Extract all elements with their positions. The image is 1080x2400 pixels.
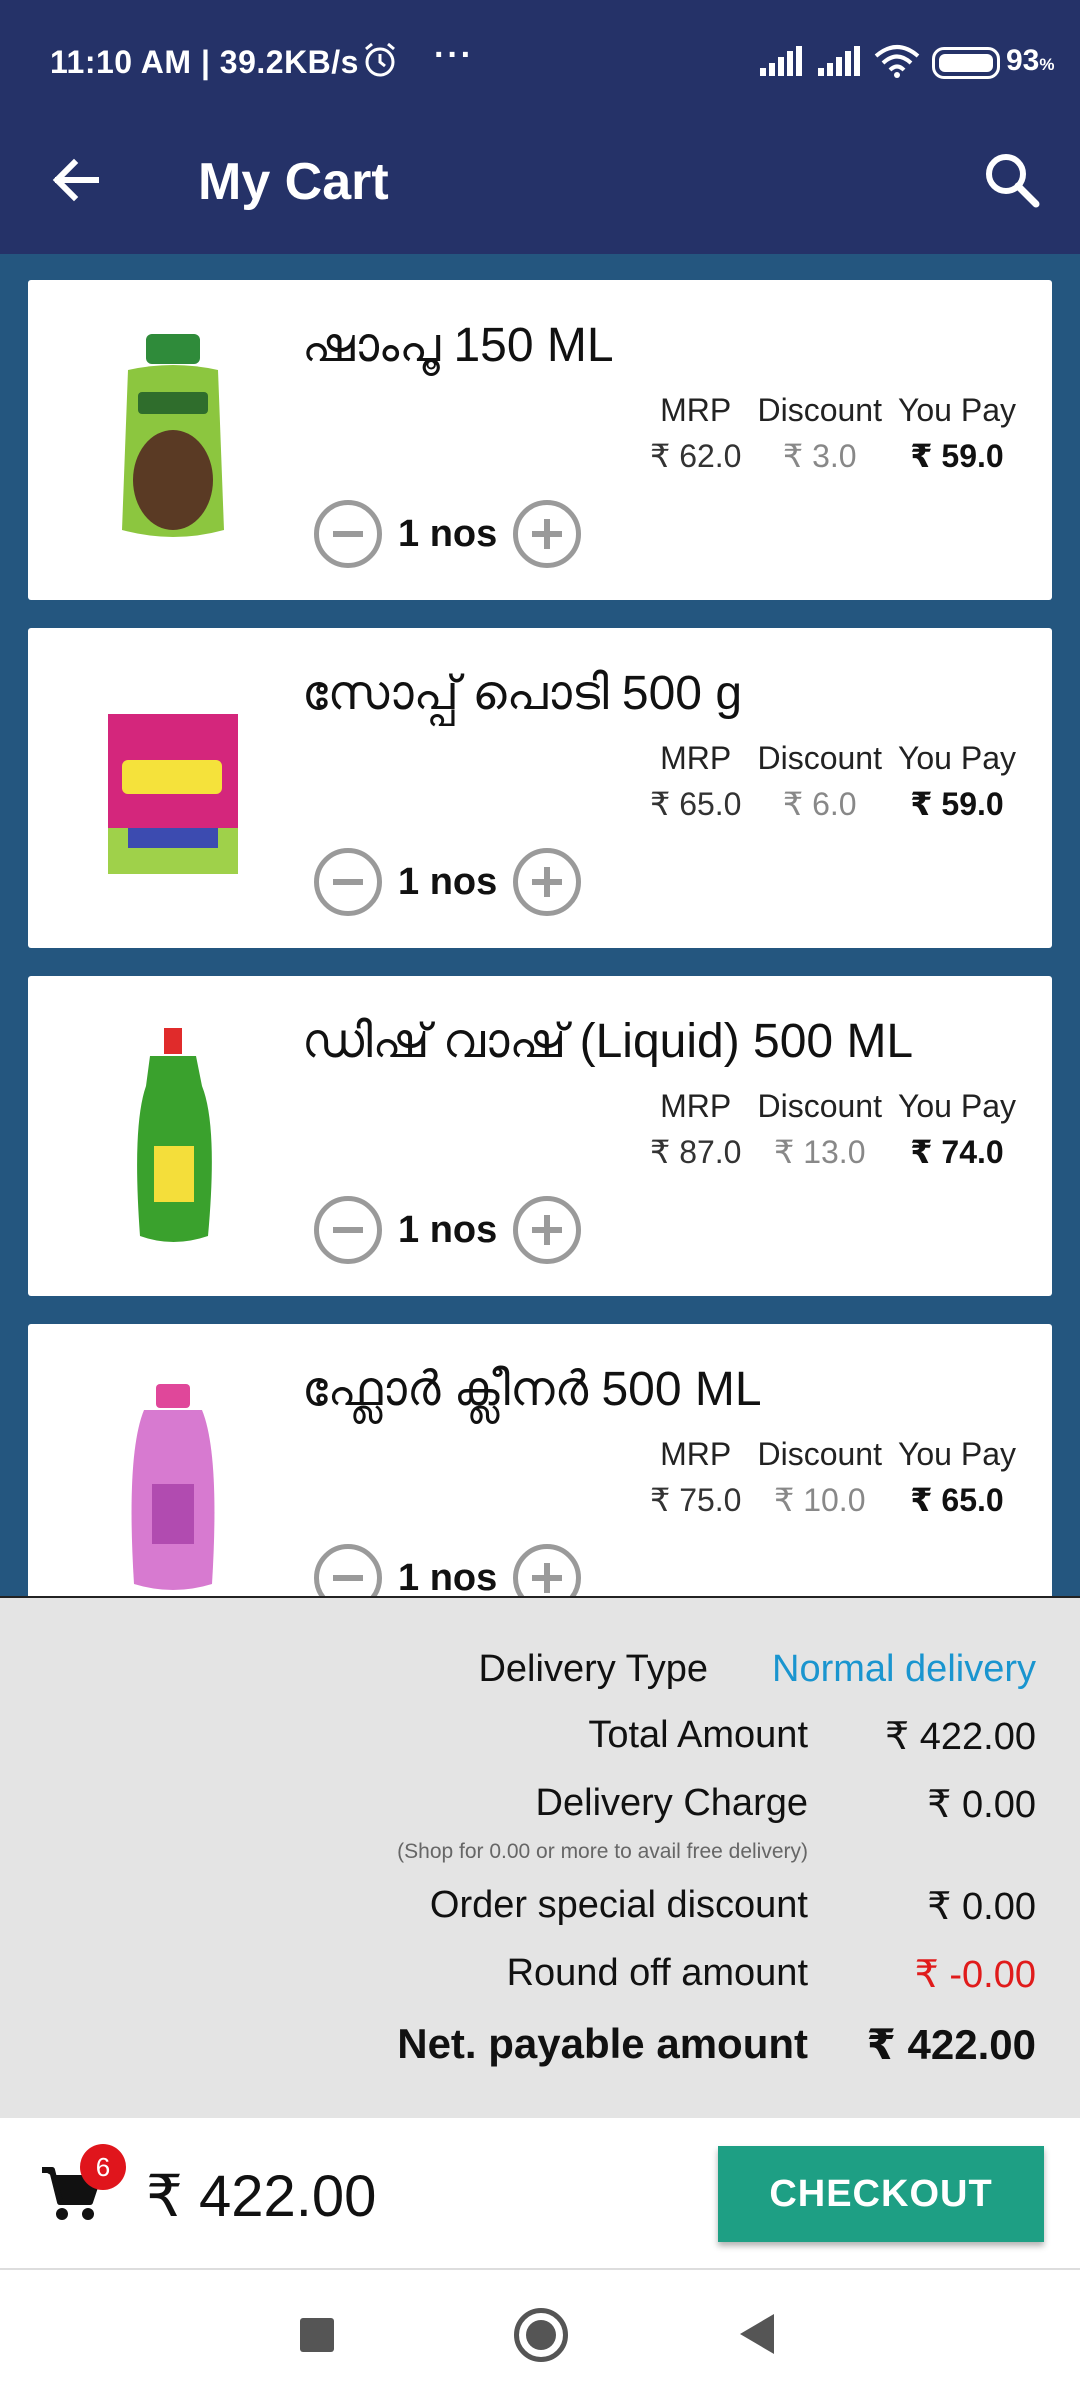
you-pay-header: You Pay: [897, 1436, 1016, 1472]
more-notifications-icon: ···: [434, 36, 474, 74]
floor-cleaner-bottle-image: [131, 1384, 215, 1590]
minus-circle-icon[interactable]: [314, 1196, 382, 1264]
discount-header: Discount: [757, 1436, 882, 1472]
discount-header: Discount: [757, 1088, 882, 1124]
plus-circle-icon[interactable]: [513, 500, 582, 568]
cart-item: ഫ്ലോർ ക്ലീനർ 500 ML MRP ₹ 75.0 Discount ₹ …: [28, 1324, 1052, 1596]
you-pay-value: ₹ 59.0: [910, 438, 1004, 474]
status-bar: 11:10 AM | 39.2KB/s ··· 93%: [0, 0, 1080, 128]
plus-circle-icon[interactable]: [513, 1544, 582, 1596]
order-summary: Delivery Type Normal delivery Total Amou…: [0, 1596, 1080, 2118]
total-amount-label: Total Amount: [588, 1714, 808, 1756]
price-table: MRP ₹ 75.0 Discount ₹ 10.0 You Pay ₹ 65.0: [650, 1436, 1016, 1519]
you-pay-value: ₹ 59.0: [910, 786, 1004, 822]
quantity-value: 1 nos: [398, 1556, 498, 1597]
item-name: ഫ്ലോർ ക്ലീനർ 500 ML: [302, 1363, 762, 1416]
mrp-header: MRP: [660, 1436, 732, 1472]
app-bar: My Cart: [0, 128, 1080, 254]
quantity-stepper: 1 nos: [314, 1544, 582, 1597]
quantity-value: 1 nos: [398, 512, 498, 555]
mrp-header: MRP: [660, 1088, 732, 1124]
detergent-pack-image: [108, 714, 238, 874]
delivery-charge-label: Delivery Charge: [535, 1782, 808, 1824]
system-nav-bar: [0, 2270, 1080, 2400]
special-discount-label: Order special discount: [429, 1884, 808, 1926]
signal-icon: [760, 46, 802, 76]
mrp-value: ₹ 75.0: [649, 1482, 742, 1518]
mrp-header: MRP: [660, 392, 732, 428]
you-pay-header: You Pay: [897, 1088, 1016, 1124]
price-table: MRP ₹ 62.0 Discount ₹ 3.0 You Pay ₹ 59.0: [650, 392, 1016, 475]
price-table: MRP ₹ 65.0 Discount ₹ 6.0 You Pay ₹ 59.0: [650, 740, 1016, 823]
mrp-header: MRP: [660, 740, 732, 776]
discount-value: ₹ 3.0: [782, 438, 857, 474]
cart-item: ഡിഷ് വാഷ് (Liquid) 500 ML MRP ₹ 87.0 Disc…: [28, 976, 1052, 1296]
recent-apps-icon[interactable]: [300, 2318, 334, 2352]
shampoo-bottle-image: [122, 334, 224, 537]
status-time: 11:10 AM | 39.2KB/s: [50, 44, 359, 80]
free-delivery-note: (Shop for 0.00 or more to avail free del…: [397, 1840, 808, 1863]
cart-count-badge: 6: [80, 2144, 126, 2190]
net-payable-label: Net. payable amount: [397, 2020, 808, 2067]
plus-circle-icon[interactable]: [513, 1196, 582, 1264]
minus-circle-icon[interactable]: [314, 500, 382, 568]
quantity-value: 1 nos: [398, 1208, 498, 1251]
discount-value: ₹ 13.0: [773, 1134, 866, 1170]
checkout-button[interactable]: CHECKOUT: [718, 2146, 1044, 2242]
minus-circle-icon[interactable]: [314, 1544, 382, 1596]
quantity-stepper: 1 nos: [314, 848, 582, 916]
item-name: ഡിഷ് വാഷ് (Liquid) 500 ML: [302, 1015, 914, 1068]
discount-value: ₹ 10.0: [773, 1482, 866, 1518]
net-payable-value: ₹ 422.00: [866, 2021, 1036, 2068]
wifi-icon: [874, 45, 920, 78]
you-pay-header: You Pay: [897, 392, 1016, 428]
cart-item: സോപ്പ് പൊടി 500 g MRP ₹ 65.0 Discount ₹ 6.…: [28, 628, 1052, 948]
back-arrow-icon[interactable]: [46, 150, 106, 210]
item-name: ഷാംപൂ 150 ML: [302, 319, 614, 372]
round-off-label: Round off amount: [506, 1952, 808, 1994]
minus-circle-icon[interactable]: [314, 848, 382, 916]
cart-total: ₹ 422.00: [146, 2164, 377, 2229]
dishwash-bottle-image: [137, 1028, 212, 1242]
battery-icon: [932, 47, 1000, 79]
delivery-charge-value: ₹ 0.00: [927, 1784, 1036, 1826]
cart-item: ഷാംപൂ 150 ML MRP ₹ 62.0 Discount ₹ 3.0 You…: [28, 280, 1052, 600]
you-pay-value: ₹ 65.0: [910, 1482, 1004, 1518]
total-amount-value: ₹ 422.00: [885, 1716, 1036, 1758]
you-pay-header: You Pay: [897, 740, 1016, 776]
search-icon[interactable]: [980, 148, 1044, 212]
mrp-value: ₹ 65.0: [649, 786, 742, 822]
home-icon[interactable]: [514, 2308, 568, 2362]
checkout-bar: 6 ₹ 422.00 CHECKOUT: [0, 2118, 1080, 2270]
you-pay-value: ₹ 74.0: [910, 1134, 1004, 1170]
round-off-value: ₹ -0.00: [914, 1954, 1036, 1996]
mrp-value: ₹ 87.0: [649, 1134, 742, 1170]
discount-header: Discount: [757, 392, 882, 428]
discount-header: Discount: [757, 740, 882, 776]
delivery-type-link[interactable]: Normal delivery: [772, 1648, 1036, 1691]
cart-list[interactable]: ഷാംപൂ 150 ML MRP ₹ 62.0 Discount ₹ 3.0 You…: [0, 254, 1080, 1596]
discount-value: ₹ 6.0: [782, 786, 857, 822]
quantity-stepper: 1 nos: [314, 1196, 582, 1264]
price-table: MRP ₹ 87.0 Discount ₹ 13.0 You Pay ₹ 74.0: [650, 1088, 1016, 1171]
signal-2-icon: [818, 46, 860, 76]
plus-circle-icon[interactable]: [513, 848, 582, 916]
quantity-value: 1 nos: [398, 860, 498, 903]
nav-back-icon[interactable]: [740, 2314, 774, 2354]
page-title: My Cart: [198, 153, 389, 211]
delivery-type-label: Delivery Type: [478, 1648, 708, 1690]
special-discount-value: ₹ 0.00: [927, 1886, 1036, 1928]
battery-level: 93%: [1006, 44, 1055, 77]
quantity-stepper: 1 nos: [314, 500, 582, 568]
alarm-icon: [365, 42, 395, 77]
item-name: സോപ്പ് പൊടി 500 g: [302, 667, 743, 720]
mrp-value: ₹ 62.0: [649, 438, 742, 474]
